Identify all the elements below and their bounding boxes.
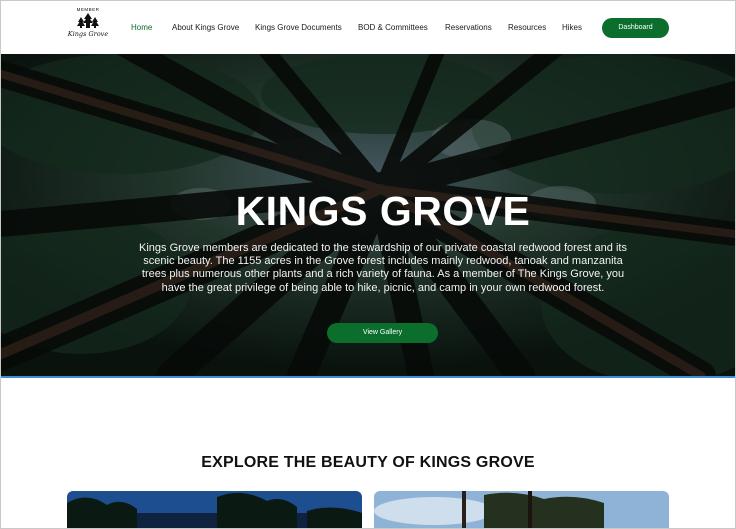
site-logo[interactable]: MEMBER Kings Grove (67, 7, 109, 49)
gallery-card-1[interactable] (67, 491, 362, 528)
trees-logo-icon (77, 13, 99, 28)
gallery-card-2[interactable] (374, 491, 669, 528)
logo-brand-text: Kings Grove (67, 30, 109, 38)
nav-hikes[interactable]: Hikes (562, 23, 582, 33)
nav-documents[interactable]: Kings Grove Documents (255, 23, 342, 33)
explore-section-title: EXPLORE THE BEAUTY OF KINGS GROVE (201, 454, 535, 471)
nav-bod-committees[interactable]: BOD & Committees (358, 23, 428, 33)
hero-title: KINGS GROVE (235, 188, 531, 234)
view-gallery-button[interactable]: View Gallery (327, 323, 438, 343)
nav-resources[interactable]: Resources (508, 23, 546, 33)
logo-member-text: MEMBER (76, 7, 100, 12)
page: MEMBER Kings Grove Home About Kings Grov… (0, 0, 736, 529)
gallery-image-2 (374, 491, 669, 528)
nav-home[interactable]: Home (131, 23, 152, 33)
nav-about[interactable]: About Kings Grove (172, 23, 239, 33)
dashboard-button[interactable]: Dashboard (602, 18, 669, 38)
hero-description: Kings Grove members are dedicated to the… (139, 242, 627, 294)
site-header: MEMBER Kings Grove Home About Kings Grov… (1, 1, 735, 54)
gallery-image-1 (67, 491, 362, 528)
hero-section: KINGS GROVE Kings Grove members are dedi… (1, 54, 735, 378)
nav-reservations[interactable]: Reservations (445, 23, 492, 33)
